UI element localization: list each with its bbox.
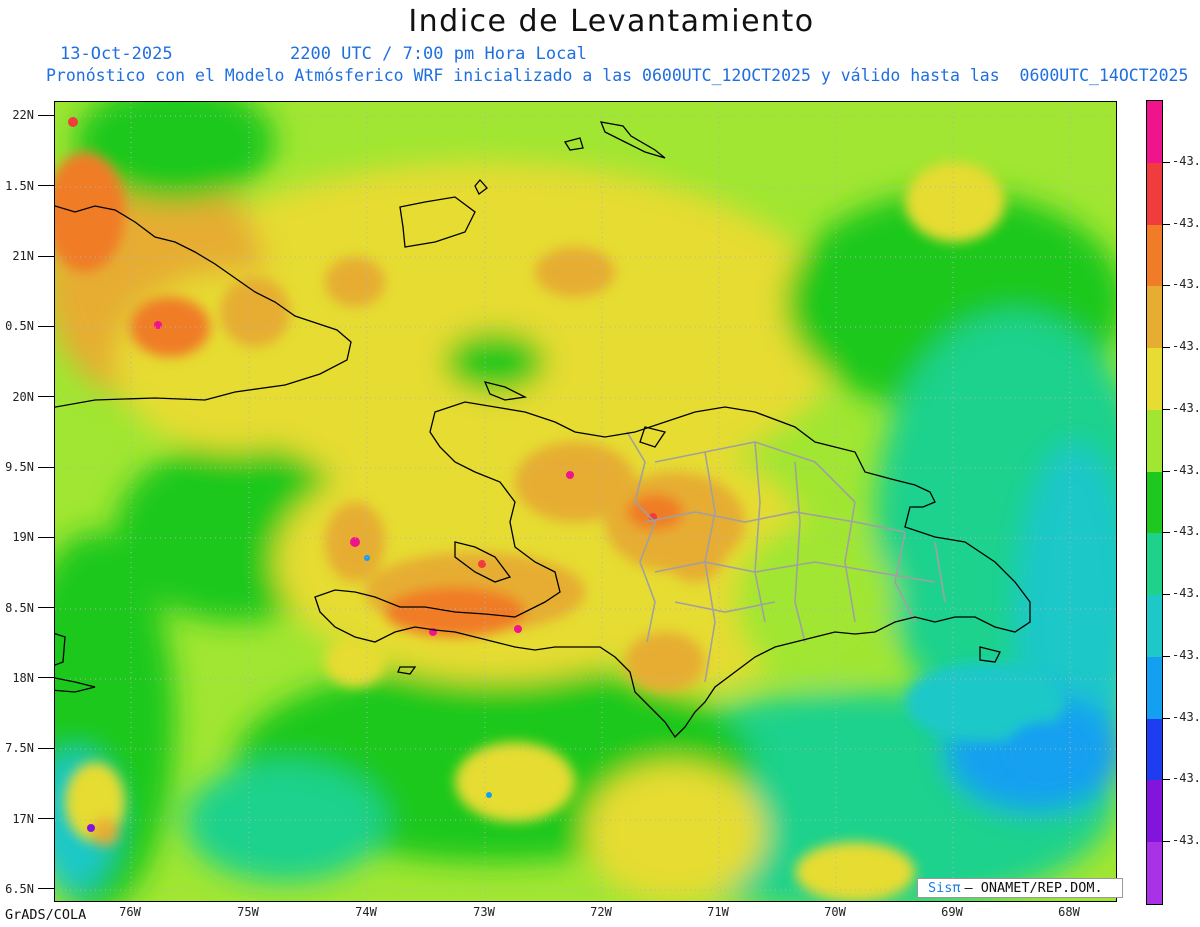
lat-label: 8.5N bbox=[5, 601, 34, 615]
lat-tick bbox=[38, 677, 54, 679]
lon-label: 76W bbox=[119, 905, 141, 919]
colorbar-label: -43.6 bbox=[1172, 524, 1200, 539]
colorbar-segment bbox=[1147, 162, 1162, 226]
colorbar-segment bbox=[1147, 224, 1162, 287]
lat-tick bbox=[38, 607, 54, 609]
lat-label: 18N bbox=[12, 671, 34, 685]
colorbar-segment bbox=[1147, 533, 1162, 596]
lat-tick bbox=[38, 466, 54, 468]
colorbar-tick bbox=[1162, 285, 1170, 287]
lat-label: 17N bbox=[12, 812, 34, 826]
lat-tick bbox=[38, 747, 54, 749]
colorbar bbox=[1146, 100, 1163, 905]
lat-label: 20N bbox=[12, 390, 34, 404]
lat-label: 0.5N bbox=[5, 319, 34, 333]
colorbar-label: -43.5 bbox=[1172, 462, 1200, 477]
colorbar-segment bbox=[1147, 348, 1162, 411]
model-run-info: Pronóstico con el Modelo Atmósferico WRF… bbox=[46, 66, 1189, 85]
lat-tick bbox=[38, 818, 54, 819]
colorbar-tick bbox=[1162, 779, 1170, 781]
lon-label: 68W bbox=[1058, 905, 1080, 919]
colorbar-tick bbox=[1162, 841, 1170, 843]
colorbar-label: -43.3 bbox=[1172, 215, 1200, 230]
colorbar-tick bbox=[1162, 223, 1170, 225]
colorbar-segment bbox=[1147, 780, 1162, 843]
lat-label: 7.5N bbox=[5, 741, 34, 755]
colorbar-label: -43.6 bbox=[1172, 586, 1200, 601]
map-canvas bbox=[55, 102, 1116, 901]
lon-label: 72W bbox=[590, 905, 612, 919]
colorbar-segment bbox=[1147, 101, 1162, 164]
grads-credit: GrADS/COLA bbox=[5, 907, 87, 923]
colorbar-tick bbox=[1162, 594, 1170, 596]
lat-label: 21N bbox=[12, 249, 34, 263]
lifted-index-map bbox=[54, 101, 1117, 902]
colorbar-label: -43.5 bbox=[1172, 400, 1200, 415]
colorbar-segment bbox=[1147, 718, 1162, 781]
colorbar-segment bbox=[1147, 842, 1162, 905]
lat-label: 9.5N bbox=[5, 460, 34, 474]
lat-tick bbox=[38, 536, 54, 538]
colorbar-label: -43.7 bbox=[1172, 709, 1200, 724]
lat-label: 22N bbox=[12, 108, 34, 122]
lon-label: 73W bbox=[473, 905, 495, 919]
colorbar-label: -43.8 bbox=[1172, 833, 1200, 848]
lat-tick bbox=[38, 255, 54, 257]
colorbar-segment bbox=[1147, 595, 1162, 658]
colorbar-label: -43.4 bbox=[1172, 277, 1200, 292]
colorbar-label: -43.3 bbox=[1172, 153, 1200, 168]
lat-label: 1.5N bbox=[5, 179, 34, 193]
lat-tick bbox=[38, 325, 54, 327]
lon-label: 75W bbox=[237, 905, 259, 919]
colorbar-label: -43.8 bbox=[1172, 771, 1200, 786]
colorbar-label: -43.4 bbox=[1172, 339, 1200, 354]
colorbar-tick bbox=[1162, 161, 1170, 163]
forecast-time: 2200 UTC / 7:00 pm Hora Local bbox=[290, 44, 587, 64]
forecast-date: 13-Oct-2025 bbox=[60, 44, 173, 64]
colorbar-tick bbox=[1162, 470, 1170, 472]
colorbar-tick bbox=[1162, 408, 1170, 410]
colorbar-segment bbox=[1147, 656, 1162, 720]
colorbar-segment bbox=[1147, 409, 1162, 473]
lon-label: 70W bbox=[824, 905, 846, 919]
colorbar-tick bbox=[1162, 655, 1170, 657]
colorbar-tick bbox=[1162, 532, 1170, 534]
logo-prefix: Sisπ bbox=[928, 880, 961, 896]
map-title: Indice de Levantamiento bbox=[408, 4, 815, 39]
lat-tick bbox=[38, 396, 54, 398]
lat-tick bbox=[38, 115, 54, 116]
logo-text: – ONAMET/REP.DOM. bbox=[964, 880, 1103, 896]
colorbar-tick bbox=[1162, 347, 1170, 349]
sispi-logo: Sisπ – ONAMET/REP.DOM. bbox=[917, 878, 1123, 898]
colorbar-label: -43.7 bbox=[1172, 647, 1200, 662]
lon-label: 71W bbox=[707, 905, 729, 919]
lat-label: 19N bbox=[12, 530, 34, 544]
lat-tick bbox=[38, 185, 54, 187]
lon-label: 74W bbox=[355, 905, 377, 919]
lat-label: 6.5N bbox=[5, 882, 34, 896]
lon-label: 69W bbox=[941, 905, 963, 919]
colorbar-segment bbox=[1147, 471, 1162, 534]
colorbar-segment bbox=[1147, 286, 1162, 349]
colorbar-tick bbox=[1162, 717, 1170, 719]
lat-tick bbox=[38, 888, 54, 890]
